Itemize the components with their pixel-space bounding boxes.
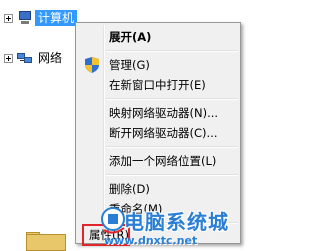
tree-item-label: 计算机 bbox=[35, 10, 78, 26]
watermark: 电脑系统城 www.dnxtc.net bbox=[100, 204, 258, 251]
menu-item-label: 管理(G) bbox=[109, 58, 150, 72]
menu-item-manage[interactable]: 管理(G) bbox=[78, 55, 238, 75]
menu-separator bbox=[106, 174, 238, 176]
uac-shield-icon bbox=[85, 57, 99, 73]
menu-item-add-network-location[interactable]: 添加一个网络位置(L) bbox=[78, 151, 238, 171]
tree-item-label: 网络 bbox=[38, 51, 63, 65]
expand-icon[interactable] bbox=[4, 13, 13, 23]
expand-icon[interactable] bbox=[4, 53, 13, 63]
menu-item-open-new-window[interactable]: 在新窗口中打开(E) bbox=[78, 75, 238, 95]
watermark-title: 电脑系统城 bbox=[124, 210, 229, 234]
menu-item-disconnect-network-drive[interactable]: 断开网络驱动器(C)... bbox=[78, 123, 238, 143]
folder-icon bbox=[26, 232, 70, 251]
menu-item-map-network-drive[interactable]: 映射网络驱动器(N)... bbox=[78, 103, 238, 123]
watermark-url: www.dnxtc.net bbox=[104, 234, 198, 247]
menu-item-delete[interactable]: 删除(D) bbox=[78, 179, 238, 199]
menu-separator bbox=[106, 50, 238, 52]
menu-item-expand[interactable]: 展开(A) bbox=[78, 27, 238, 47]
tree-item-computer[interactable]: 计算机 bbox=[4, 9, 78, 27]
computer-icon bbox=[17, 11, 33, 25]
network-icon bbox=[17, 51, 33, 65]
menu-separator bbox=[106, 146, 238, 148]
tree-item-network[interactable]: 网络 bbox=[4, 49, 65, 67]
menu-separator bbox=[106, 98, 238, 100]
